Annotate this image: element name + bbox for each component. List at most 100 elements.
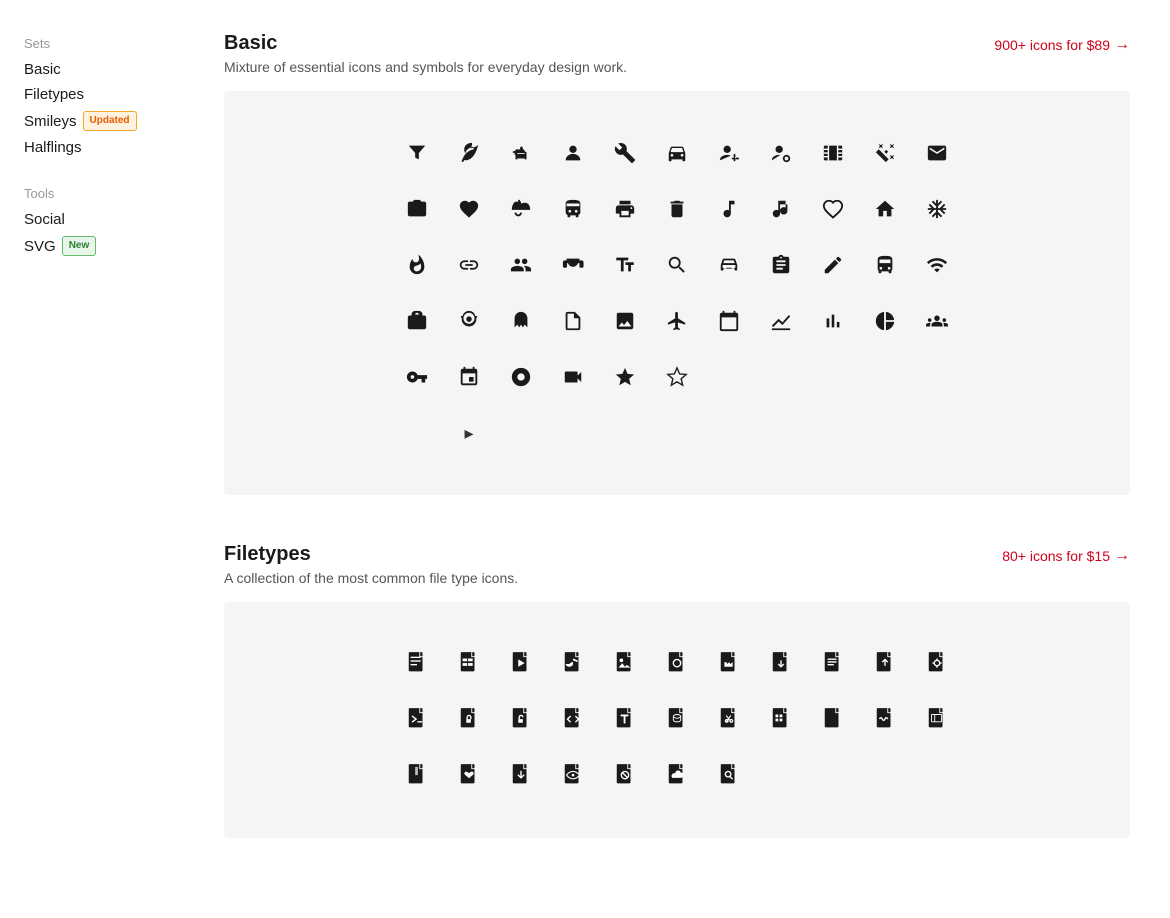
spacer1 bbox=[707, 355, 751, 399]
icon-airplane bbox=[655, 299, 699, 343]
sidebar-basic-label: Basic bbox=[24, 61, 61, 78]
ft-zip bbox=[395, 754, 439, 798]
basic-cta-link[interactable]: 900+ icons for $89 → bbox=[994, 36, 1130, 54]
icon-umbrella bbox=[499, 187, 543, 231]
spacer4 bbox=[863, 355, 907, 399]
basic-set-header: Basic Mixture of essential icons and sym… bbox=[224, 32, 1130, 75]
ft-text bbox=[603, 698, 647, 742]
icon-video bbox=[551, 355, 595, 399]
ft-grid bbox=[759, 698, 803, 742]
ft-eye bbox=[551, 754, 595, 798]
ft-cut bbox=[707, 698, 751, 742]
icon-glasses bbox=[551, 243, 595, 287]
icon-pencil bbox=[811, 243, 855, 287]
sidebar-tools-section: Tools Social SVG New bbox=[24, 186, 176, 258]
ft-code bbox=[551, 698, 595, 742]
icon-clipboard bbox=[759, 243, 803, 287]
icon-music-note bbox=[707, 187, 751, 231]
sidebar-item-basic[interactable]: Basic bbox=[24, 59, 176, 80]
icon-leaf bbox=[447, 131, 491, 175]
icon-car-side bbox=[707, 243, 751, 287]
icon-heart-filled bbox=[447, 187, 491, 231]
ft-wave bbox=[863, 698, 907, 742]
icon-bus2 bbox=[863, 243, 907, 287]
filetypes-icon-panel bbox=[224, 602, 1130, 838]
icon-star-outline bbox=[655, 355, 699, 399]
filetypes-set-info: Filetypes A collection of the most commo… bbox=[224, 543, 518, 586]
tools-section-label: Tools bbox=[24, 186, 176, 201]
ft-heart bbox=[447, 754, 491, 798]
icon-snowflake bbox=[915, 187, 959, 231]
icon-fire bbox=[395, 243, 439, 287]
basic-icon-panel: ▸ bbox=[224, 91, 1130, 495]
icon-tools bbox=[603, 131, 647, 175]
icon-music-notes bbox=[759, 187, 803, 231]
ft-save bbox=[759, 642, 803, 686]
icon-chart-line bbox=[759, 299, 803, 343]
updated-badge: Updated bbox=[83, 111, 137, 131]
sidebar-filetypes-label: Filetypes bbox=[24, 86, 84, 103]
ft-package bbox=[915, 698, 959, 742]
ft-settings bbox=[915, 642, 959, 686]
spacer6 bbox=[395, 411, 439, 455]
spacer7 bbox=[499, 411, 543, 455]
icon-text bbox=[603, 243, 647, 287]
ft-locked bbox=[447, 698, 491, 742]
ft-unlocked bbox=[499, 698, 543, 742]
basic-cta-label: 900+ icons for $89 bbox=[994, 37, 1110, 53]
filetypes-icon-grid bbox=[395, 642, 959, 798]
ft-doc bbox=[395, 642, 439, 686]
sidebar-svg-label: SVG bbox=[24, 238, 56, 255]
sidebar-social-label: Social bbox=[24, 211, 65, 228]
icon-calendar2 bbox=[447, 355, 491, 399]
ft-text-lines bbox=[811, 642, 855, 686]
icon-suitcase bbox=[395, 299, 439, 343]
icon-search bbox=[655, 243, 699, 287]
ft-terminal bbox=[395, 698, 439, 742]
filetypes-set-section: Filetypes A collection of the most commo… bbox=[224, 543, 1130, 838]
mouse-cursor: ▸ bbox=[447, 411, 491, 455]
ft-image bbox=[603, 642, 647, 686]
ft-search bbox=[707, 754, 751, 798]
icon-printer bbox=[603, 187, 647, 231]
icon-magic bbox=[863, 131, 907, 175]
sidebar: Sets Basic Filetypes Smileys Updated Hal… bbox=[0, 0, 200, 918]
icon-calendar bbox=[707, 299, 751, 343]
basic-set-info: Basic Mixture of essential icons and sym… bbox=[224, 32, 627, 75]
filetypes-set-title: Filetypes bbox=[224, 543, 518, 566]
sidebar-sets-section: Sets Basic Filetypes Smileys Updated Hal… bbox=[24, 36, 176, 158]
icon-car bbox=[655, 131, 699, 175]
ft-upload bbox=[863, 642, 907, 686]
icon-bus bbox=[551, 187, 595, 231]
filetypes-set-description: A collection of the most common file typ… bbox=[224, 570, 518, 586]
icon-mail bbox=[915, 131, 959, 175]
sidebar-item-filetypes[interactable]: Filetypes bbox=[24, 84, 176, 105]
icon-filter bbox=[395, 131, 439, 175]
ft-download bbox=[499, 754, 543, 798]
ft-block bbox=[603, 754, 647, 798]
icon-spy bbox=[447, 299, 491, 343]
icon-film bbox=[811, 131, 855, 175]
sidebar-item-social[interactable]: Social bbox=[24, 209, 176, 230]
sidebar-smileys-label: Smileys bbox=[24, 113, 77, 130]
icon-user-settings bbox=[759, 131, 803, 175]
filetypes-cta-link[interactable]: 80+ icons for $15 → bbox=[1002, 547, 1130, 565]
icon-star-filled bbox=[603, 355, 647, 399]
ft-spreadsheet bbox=[447, 642, 491, 686]
spacer9 bbox=[603, 411, 647, 455]
ft-file-empty bbox=[811, 698, 855, 742]
icon-add-user bbox=[707, 131, 751, 175]
sidebar-item-svg[interactable]: SVG New bbox=[24, 234, 176, 258]
icon-heart-outline bbox=[811, 187, 855, 231]
icon-bar-chart bbox=[811, 299, 855, 343]
spacer2 bbox=[759, 355, 803, 399]
main-content: Basic Mixture of essential icons and sym… bbox=[200, 0, 1170, 918]
icon-document bbox=[551, 299, 595, 343]
filetypes-set-header: Filetypes A collection of the most commo… bbox=[224, 543, 1130, 586]
icon-home bbox=[863, 187, 907, 231]
icon-camera bbox=[395, 187, 439, 231]
sidebar-item-smileys[interactable]: Smileys Updated bbox=[24, 109, 176, 133]
sets-section-label: Sets bbox=[24, 36, 176, 51]
spacer8 bbox=[551, 411, 595, 455]
sidebar-item-halflings[interactable]: Halflings bbox=[24, 137, 176, 158]
